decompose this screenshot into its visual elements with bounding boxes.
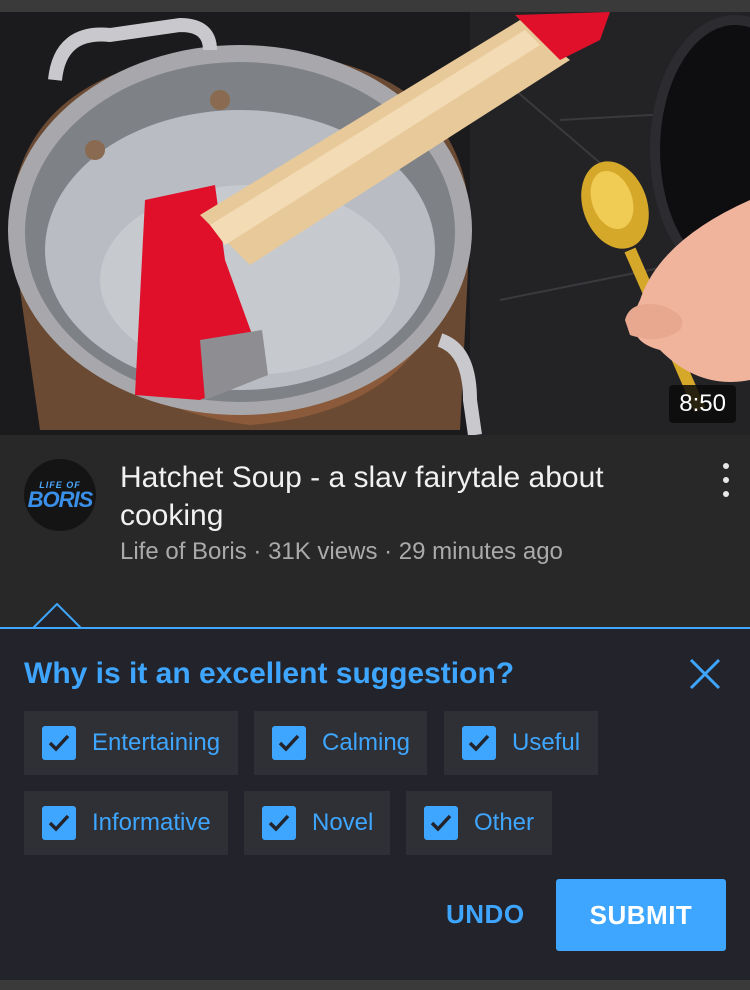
option-novel[interactable]: Novel: [244, 791, 390, 855]
undo-button[interactable]: UNDO: [446, 899, 525, 930]
meta-separator: ·: [246, 538, 269, 565]
check-icon[interactable]: [42, 726, 76, 760]
option-label: Novel: [312, 809, 374, 836]
meta-separator: ·: [377, 538, 399, 565]
video-info: LIFE OF BORIS Hatchet Soup - a slav fair…: [0, 435, 750, 590]
option-label: Entertaining: [92, 729, 221, 756]
avatar-logo-main: BORIS: [27, 486, 94, 512]
bottom-strip: [0, 980, 750, 990]
video-thumbnail[interactable]: 8:50: [0, 0, 750, 435]
view-count: 31K views: [268, 538, 378, 565]
more-vert-icon[interactable]: [720, 463, 732, 497]
option-entertaining[interactable]: Entertaining: [24, 711, 238, 775]
check-icon[interactable]: [462, 726, 496, 760]
check-icon[interactable]: [262, 806, 296, 840]
thumbnail-image: [0, 12, 750, 435]
panel-pointer: [33, 603, 81, 629]
option-useful[interactable]: Useful: [444, 711, 598, 775]
option-informative[interactable]: Informative: [24, 791, 228, 855]
submit-button[interactable]: SUBMIT: [556, 879, 726, 951]
option-label: Useful: [512, 729, 581, 756]
option-other[interactable]: Other: [406, 791, 552, 855]
channel-avatar[interactable]: LIFE OF BORIS: [24, 459, 96, 531]
check-icon[interactable]: [42, 806, 76, 840]
option-calming[interactable]: Calming: [254, 711, 427, 775]
upload-age: 29 minutes ago: [398, 538, 563, 565]
channel-name[interactable]: Life of Boris: [120, 538, 247, 565]
feedback-question: Why is it an excellent suggestion?: [24, 657, 515, 690]
duration-badge: 8:50: [669, 385, 736, 423]
option-label: Informative: [92, 809, 211, 836]
check-icon[interactable]: [272, 726, 306, 760]
video-title[interactable]: Hatchet Soup - a slav fairytale about co…: [120, 459, 680, 535]
option-label: Other: [474, 809, 535, 836]
close-icon[interactable]: [688, 657, 722, 691]
feedback-panel: Why is it an excellent suggestion? Enter…: [0, 627, 750, 990]
option-label: Calming: [322, 729, 411, 756]
video-metadata: Life of Boris · 31K views · 29 minutes a…: [120, 538, 563, 566]
check-icon[interactable]: [424, 806, 458, 840]
